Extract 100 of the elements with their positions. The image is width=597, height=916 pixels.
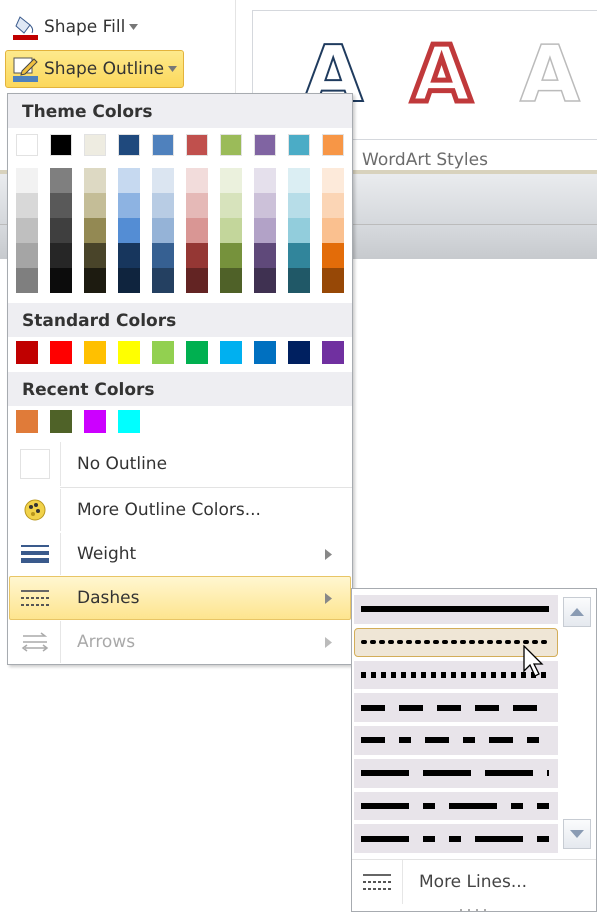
color-swatch[interactable]: [118, 410, 140, 433]
menu-item[interactable]: Weight: [9, 532, 351, 576]
color-swatch[interactable]: [254, 168, 276, 193]
color-swatch[interactable]: [186, 168, 208, 193]
color-swatch[interactable]: [84, 193, 106, 218]
color-swatch[interactable]: [186, 193, 208, 218]
color-swatch[interactable]: [220, 341, 242, 364]
color-swatch[interactable]: [84, 268, 106, 293]
submenu-arrow-icon: [325, 636, 332, 648]
color-swatch[interactable]: [220, 168, 242, 193]
color-swatch[interactable]: [220, 268, 242, 293]
color-swatch[interactable]: [118, 218, 140, 243]
color-swatch[interactable]: [254, 134, 276, 156]
color-swatch[interactable]: [50, 193, 72, 218]
dash-style-option[interactable]: [354, 595, 558, 624]
color-swatch[interactable]: [152, 134, 174, 156]
color-swatch[interactable]: [220, 218, 242, 243]
color-swatch[interactable]: [118, 243, 140, 268]
section-header: Standard Colors: [8, 303, 352, 337]
color-swatch[interactable]: [254, 218, 276, 243]
color-swatch[interactable]: [118, 168, 140, 193]
color-swatch[interactable]: [254, 193, 276, 218]
color-swatch[interactable]: [16, 193, 38, 218]
more-lines-item[interactable]: More Lines...: [403, 872, 528, 892]
menu-item[interactable]: No Outline: [9, 441, 351, 487]
palette-icon: [24, 499, 46, 521]
color-swatch[interactable]: [16, 341, 38, 364]
dash-style-option[interactable]: [354, 758, 558, 788]
color-swatch[interactable]: [152, 341, 174, 364]
color-swatch[interactable]: [84, 134, 106, 156]
color-swatch[interactable]: [322, 134, 344, 156]
color-swatch[interactable]: [118, 341, 140, 364]
color-swatch[interactable]: [50, 268, 72, 293]
color-swatch[interactable]: [16, 168, 38, 193]
color-swatch[interactable]: [186, 243, 208, 268]
color-swatch[interactable]: [254, 341, 276, 364]
dash-style-option[interactable]: [354, 693, 558, 722]
color-swatch[interactable]: [288, 341, 310, 364]
color-swatch[interactable]: [288, 218, 310, 243]
submenu-arrow-icon: [325, 548, 332, 560]
dash-style-option[interactable]: [354, 792, 558, 820]
color-swatch[interactable]: [84, 168, 106, 193]
color-swatch[interactable]: [84, 341, 106, 364]
color-swatch[interactable]: [16, 268, 38, 293]
dash-style-option[interactable]: [354, 628, 558, 656]
color-swatch[interactable]: [118, 134, 140, 156]
menu-item[interactable]: More Outline Colors...: [9, 488, 351, 532]
color-swatch[interactable]: [322, 193, 344, 218]
color-swatch[interactable]: [288, 168, 310, 193]
scroll-up-button[interactable]: [563, 597, 591, 627]
color-swatch[interactable]: [322, 268, 344, 293]
caret-icon: [168, 66, 178, 72]
color-swatch[interactable]: [50, 243, 72, 268]
color-swatch[interactable]: [288, 268, 310, 293]
color-swatch[interactable]: [220, 193, 242, 218]
color-swatch[interactable]: [186, 218, 208, 243]
color-swatch[interactable]: [50, 341, 72, 364]
color-swatch[interactable]: [322, 243, 344, 268]
dash-style-option[interactable]: [354, 660, 558, 690]
color-swatch[interactable]: [152, 168, 174, 193]
color-swatch[interactable]: [186, 341, 208, 364]
color-swatch[interactable]: [322, 168, 344, 193]
resize-grip-icon[interactable]: [459, 908, 489, 911]
color-swatch[interactable]: [186, 134, 208, 156]
color-swatch[interactable]: [152, 193, 174, 218]
color-swatch[interactable]: [50, 218, 72, 243]
color-swatch[interactable]: [50, 168, 72, 193]
color-swatch[interactable]: [254, 268, 276, 293]
color-swatch[interactable]: [84, 243, 106, 268]
color-swatch[interactable]: [118, 268, 140, 293]
color-swatch[interactable]: [322, 218, 344, 243]
color-swatch[interactable]: [152, 268, 174, 293]
color-swatch[interactable]: [16, 218, 38, 243]
shape-fill-button[interactable]: Shape Fill: [5, 8, 146, 46]
color-swatch[interactable]: [84, 218, 106, 243]
color-swatch[interactable]: [50, 410, 72, 433]
color-swatch[interactable]: [322, 341, 344, 364]
dash-style-option[interactable]: [354, 726, 558, 755]
color-swatch[interactable]: [220, 243, 242, 268]
color-swatch[interactable]: [16, 134, 38, 156]
color-swatch[interactable]: [288, 134, 310, 156]
color-swatch[interactable]: [186, 268, 208, 293]
dash-line-icon: [361, 769, 551, 778]
color-swatch[interactable]: [84, 410, 106, 433]
pencil-outline-icon: [12, 55, 40, 83]
color-swatch[interactable]: [288, 193, 310, 218]
color-swatch[interactable]: [152, 243, 174, 268]
color-swatch[interactable]: [118, 193, 140, 218]
color-swatch[interactable]: [16, 243, 38, 268]
color-swatch[interactable]: [220, 134, 242, 156]
color-swatch[interactable]: [16, 410, 38, 433]
color-swatch[interactable]: [50, 134, 72, 156]
menu-item[interactable]: Dashes: [9, 576, 351, 620]
shape-outline-button[interactable]: Shape Outline: [5, 50, 184, 88]
color-swatch[interactable]: [152, 218, 174, 243]
mouse-cursor-icon: [523, 645, 545, 679]
scroll-down-button[interactable]: [563, 819, 591, 849]
color-swatch[interactable]: [288, 243, 310, 268]
dash-style-option[interactable]: [354, 824, 558, 853]
color-swatch[interactable]: [254, 243, 276, 268]
